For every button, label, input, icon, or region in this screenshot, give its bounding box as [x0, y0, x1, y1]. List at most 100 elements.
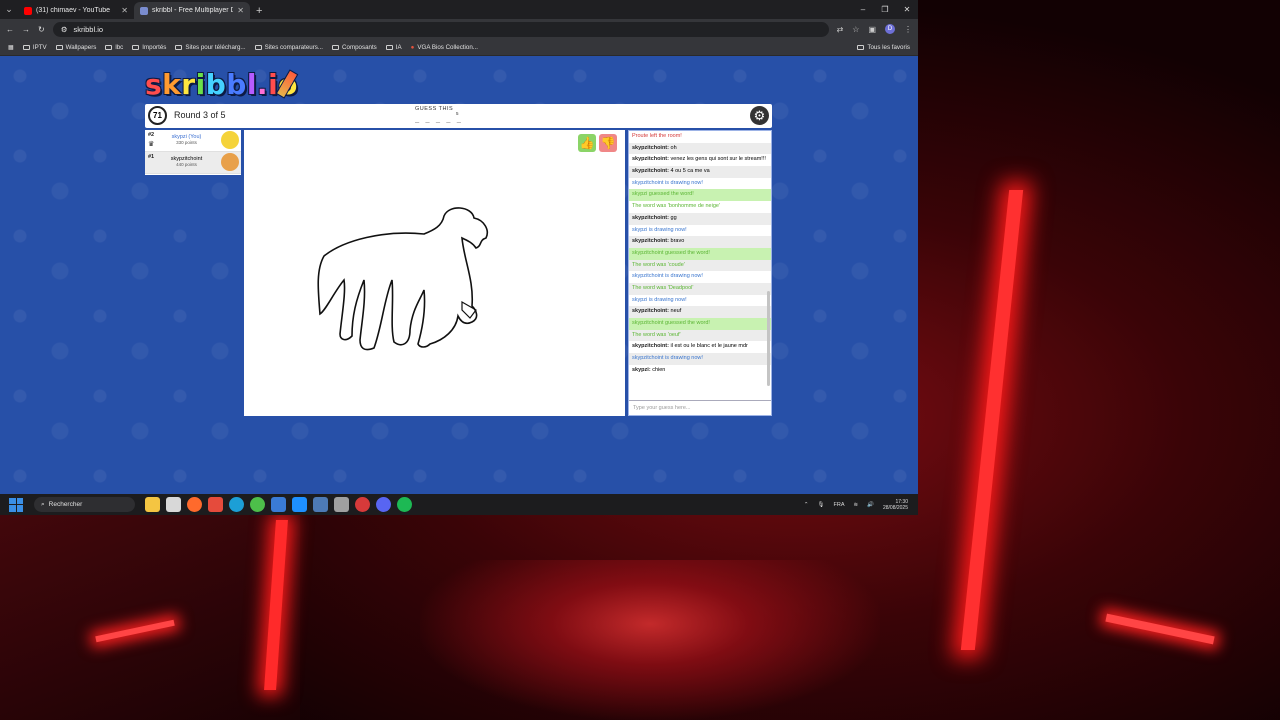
rating-buttons: 👍 👎 [578, 134, 617, 152]
tab-skribbl[interactable]: skribbl - Free Multiplayer Draw… ✕ [134, 2, 250, 19]
apps-grid-icon[interactable]: ▦ [8, 44, 14, 51]
player-list: #2 ♛ skypzi (You) 330 points #1 skypzitc… [145, 130, 241, 175]
youtube-icon [24, 6, 32, 15]
window-controls: – ❐ ✕ [852, 0, 918, 19]
vga-bios-icon: ● [410, 43, 415, 51]
bookmark-folder[interactable]: IPTV [22, 44, 47, 51]
skribbl-icon [140, 6, 148, 15]
player-row[interactable]: #2 ♛ skypzi (You) 330 points [145, 130, 241, 152]
player-avatar [221, 153, 239, 171]
forward-icon[interactable]: → [22, 25, 30, 34]
new-tab-button[interactable]: + [250, 2, 268, 19]
bookmark-link[interactable]: ● VGA Bios Collection... [411, 44, 478, 51]
crown-icon: ♛ [148, 141, 155, 148]
thumbs-down-icon[interactable]: 👎 [599, 134, 617, 152]
close-window-button[interactable]: ✕ [896, 0, 918, 19]
dog-drawing [317, 207, 489, 351]
maximize-button[interactable]: ❐ [874, 0, 896, 19]
chrome-icon[interactable] [250, 497, 265, 512]
folder-icon [55, 44, 63, 50]
guess-this-label: GUESS THIS [415, 106, 454, 112]
tab-youtube[interactable]: (31) chimaev - YouTube ✕ [18, 2, 134, 19]
chat-message: skypzitchoint: venez les gens qui sont s… [632, 156, 766, 163]
folder-icon [332, 44, 340, 50]
all-bookmarks[interactable]: Tous les favoris [857, 44, 910, 51]
microphone-icon[interactable]: 🎙 [818, 502, 825, 508]
app-icon[interactable] [313, 497, 328, 512]
discord-icon[interactable] [376, 497, 391, 512]
bookmark-folder[interactable]: Sites comparateurs... [254, 44, 323, 51]
back-icon[interactable]: ← [6, 25, 14, 34]
app-icon[interactable] [334, 497, 349, 512]
clock[interactable]: 17:30 28/08/2025 [883, 499, 908, 511]
folder-icon [857, 44, 865, 50]
drawing-canvas[interactable] [244, 130, 625, 416]
close-tab-icon[interactable]: ✕ [121, 6, 128, 15]
round-indicator: Round 3 of 5 [174, 110, 226, 120]
brave-icon[interactable] [208, 497, 223, 512]
tray-chevron-icon[interactable]: ⌃ [804, 502, 809, 508]
firefox-icon[interactable] [187, 497, 202, 512]
volume-icon[interactable]: 🔊 [867, 502, 874, 508]
app-icon[interactable] [271, 497, 286, 512]
system-tray: ⌃ 🎙 FRA ≋ 🔊 17:30 28/08/2025 [804, 499, 918, 511]
wifi-icon[interactable]: ≋ [854, 502, 859, 508]
tab-search-chevron-icon[interactable]: ⌄ [0, 0, 18, 19]
translate-icon[interactable]: ⇄ [837, 25, 844, 34]
folder-icon [254, 44, 262, 50]
windows-start-icon[interactable] [9, 497, 23, 512]
tab-title: skribbl - Free Multiplayer Draw… [152, 7, 234, 14]
browser-window: ⌄ (31) chimaev - YouTube ✕ skribbl - Fre… [0, 0, 918, 515]
chat-message: skypzitchoint: il est ou le blanc et le … [632, 343, 748, 350]
settings-gear-icon[interactable]: ⚙ [750, 106, 769, 125]
bookmark-folder[interactable]: Composants [332, 44, 377, 51]
spotify-icon[interactable] [397, 497, 412, 512]
app-icon[interactable] [355, 497, 370, 512]
extensions-icon[interactable]: ▣ [868, 25, 876, 34]
skribbl-logo: skribbl.io [145, 68, 297, 101]
edge-icon[interactable] [229, 497, 244, 512]
date: 28/08/2025 [882, 504, 908, 511]
chat-message: skypzitchoint is drawing now! [632, 273, 703, 280]
taskbar-search[interactable]: ⌕ Rechercher [34, 497, 135, 512]
thumbs-up-icon[interactable]: 👍 [578, 134, 596, 152]
bookmark-folder[interactable]: IA [385, 44, 402, 51]
close-tab-icon[interactable]: ✕ [237, 6, 244, 15]
menu-icon[interactable]: ⋮ [904, 25, 912, 34]
chat-message: skypzitchoint: bravo [629, 236, 771, 248]
chat-message: skypzi guessed the word! [629, 189, 771, 202]
chat-message: The word was 'oeuf' [629, 329, 771, 342]
bookmark-folder[interactable]: Wallpapers [55, 44, 96, 51]
language-indicator[interactable]: FRA [834, 502, 845, 508]
bookmark-star-icon[interactable]: ☆ [852, 25, 859, 34]
chat-message: The word was 'coude' [629, 259, 771, 272]
guess-input[interactable]: Type your guess here... [629, 400, 771, 415]
bookmarks-bar: ▦ IPTV Wallpapers lbc Importés Sites pou… [0, 39, 918, 56]
site-info-icon[interactable]: ⚙ [61, 25, 68, 34]
bookmark-folder[interactable]: Importés [132, 44, 166, 51]
file-explorer-icon[interactable] [145, 497, 160, 512]
bookmark-folder[interactable]: lbc [105, 44, 123, 51]
chat-scrollbar[interactable] [767, 291, 770, 386]
chat-message: skypzitchoint: gg [629, 212, 771, 225]
app-icon[interactable] [292, 497, 307, 512]
folder-icon [22, 44, 30, 50]
search-icon: ⌕ [41, 500, 45, 508]
chat-message: skypzitchoint: oh [629, 142, 771, 155]
player-avatar [221, 131, 239, 149]
reload-icon[interactable]: ↻ [38, 25, 45, 34]
address-bar[interactable]: ⚙ skribbl.io [52, 21, 829, 37]
player-points: 440 points [176, 162, 197, 167]
minimize-button[interactable]: – [852, 0, 874, 19]
chat-message: The word was 'bonhomme de neige' [632, 203, 721, 210]
player-row[interactable]: #1 skypzitchoint 440 points [145, 152, 241, 174]
store-icon[interactable] [166, 497, 181, 512]
player-points: 330 points [176, 140, 197, 145]
bookmark-folder[interactable]: Sites pour télécharg... [175, 44, 246, 51]
player-rank: #2 [148, 132, 155, 138]
profile-avatar[interactable]: D [885, 24, 895, 34]
search-label: Rechercher [48, 501, 83, 508]
chat-message: skypzi: chien [632, 366, 666, 373]
tab-title: (31) chimaev - YouTube [36, 7, 111, 14]
chat-message: The word was 'Deadpool' [629, 282, 771, 295]
